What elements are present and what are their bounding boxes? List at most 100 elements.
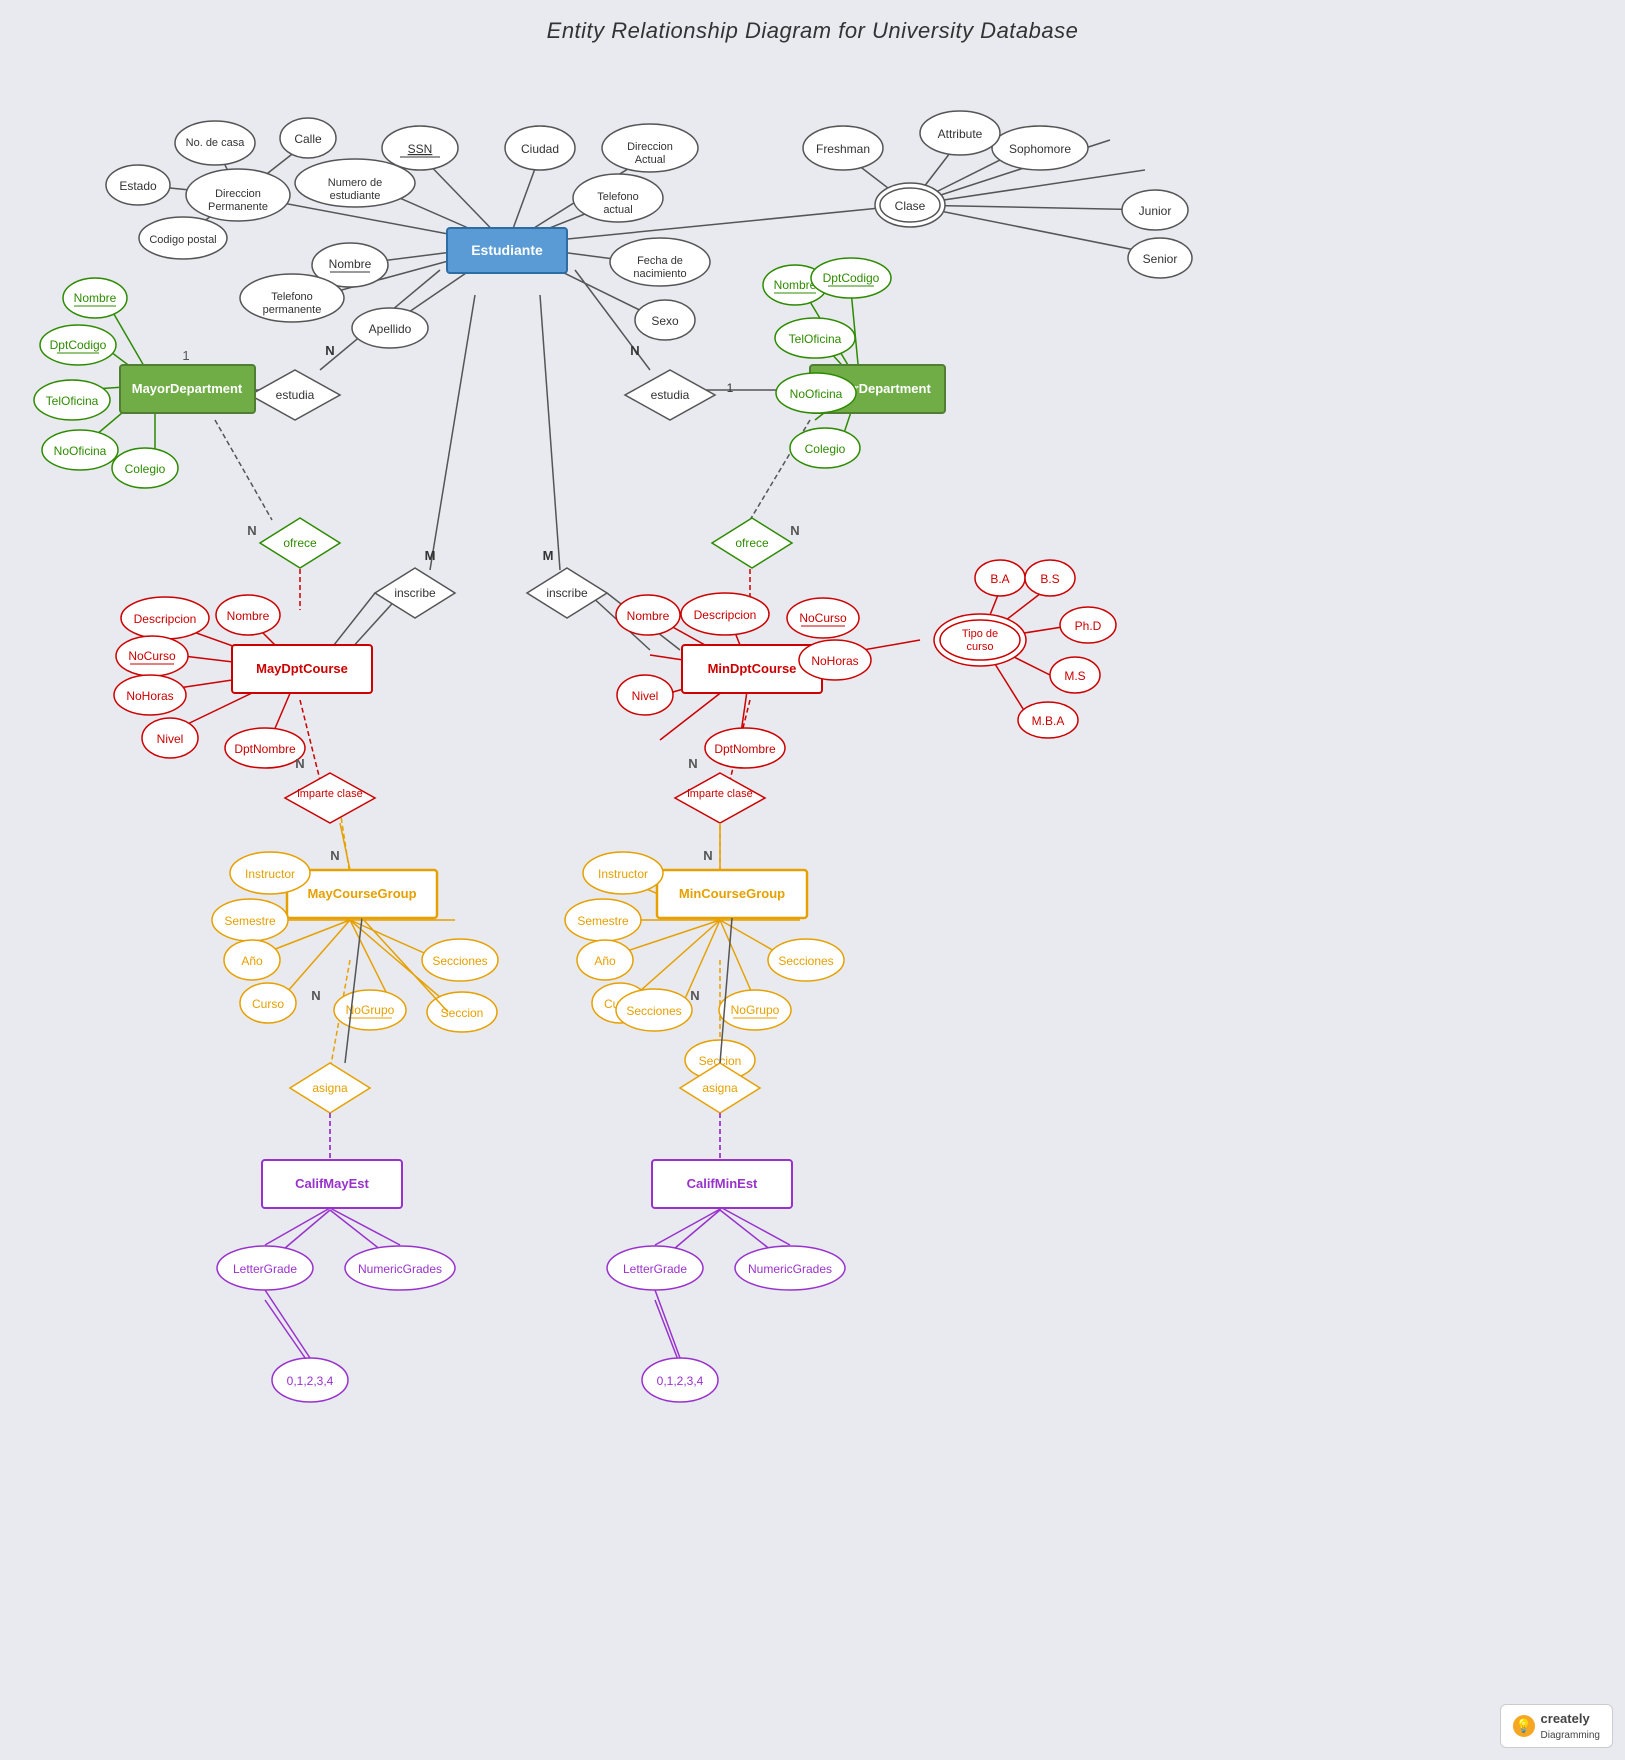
- svg-text:NoCurso: NoCurso: [799, 611, 847, 625]
- svg-text:inscribe: inscribe: [394, 586, 436, 600]
- svg-text:Estado: Estado: [119, 179, 157, 193]
- svg-text:Colegio: Colegio: [805, 442, 846, 456]
- svg-text:Ciudad: Ciudad: [521, 142, 559, 156]
- svg-text:Semestre: Semestre: [224, 914, 276, 928]
- diagram-container: Entity Relationship Diagram for Universi…: [0, 0, 1625, 1760]
- svg-text:Direccion: Direccion: [627, 141, 673, 153]
- svg-text:NoHoras: NoHoras: [811, 654, 858, 668]
- svg-text:NoOficina: NoOficina: [790, 387, 843, 401]
- svg-text:DptCodigo: DptCodigo: [50, 338, 107, 352]
- svg-text:Estudiante: Estudiante: [471, 242, 543, 258]
- svg-text:TelOficina: TelOficina: [46, 394, 99, 408]
- svg-text:No. de casa: No. de casa: [186, 137, 246, 149]
- svg-text:Instructor: Instructor: [598, 867, 648, 881]
- watermark-icon: 💡: [1513, 1715, 1535, 1737]
- svg-text:NoCurso: NoCurso: [128, 649, 176, 663]
- svg-text:N: N: [325, 343, 334, 358]
- svg-text:Nombre: Nombre: [227, 609, 270, 623]
- svg-text:B.A: B.A: [990, 572, 1009, 586]
- svg-text:MayCourseGroup: MayCourseGroup: [307, 886, 416, 901]
- svg-text:Seccion: Seccion: [441, 1006, 484, 1020]
- svg-text:N: N: [790, 523, 799, 538]
- svg-text:Nivel: Nivel: [157, 732, 184, 746]
- svg-text:M.S: M.S: [1064, 669, 1085, 683]
- svg-text:N: N: [630, 343, 639, 358]
- svg-text:SSN: SSN: [408, 142, 433, 156]
- svg-text:DptNombre: DptNombre: [234, 742, 296, 756]
- svg-text:ofrece: ofrece: [735, 536, 769, 550]
- svg-text:Semestre: Semestre: [577, 914, 629, 928]
- svg-text:asigna: asigna: [702, 1081, 738, 1095]
- svg-text:Ph.D: Ph.D: [1075, 619, 1102, 633]
- svg-text:M: M: [543, 548, 554, 563]
- svg-text:N: N: [703, 848, 712, 863]
- svg-text:estudiante: estudiante: [330, 190, 381, 202]
- svg-text:CalifMinEst: CalifMinEst: [687, 1176, 758, 1191]
- watermark-text: createlyDiagramming: [1541, 1711, 1600, 1741]
- svg-text:permanente: permanente: [263, 304, 322, 316]
- svg-text:Nombre: Nombre: [627, 609, 670, 623]
- svg-text:Attribute: Attribute: [938, 127, 983, 141]
- svg-text:asigna: asigna: [312, 1081, 348, 1095]
- svg-text:Telefono: Telefono: [271, 291, 313, 303]
- svg-text:MinDptCourse: MinDptCourse: [708, 661, 797, 676]
- svg-text:Sexo: Sexo: [651, 314, 679, 328]
- svg-text:LetterGrade: LetterGrade: [623, 1262, 687, 1276]
- svg-text:Descripcion: Descripcion: [694, 608, 757, 622]
- svg-text:Telefono: Telefono: [597, 191, 639, 203]
- svg-text:imparte clase: imparte clase: [687, 788, 752, 800]
- svg-text:estudia: estudia: [651, 388, 690, 402]
- svg-text:Nivel: Nivel: [632, 689, 659, 703]
- svg-text:Año: Año: [241, 954, 263, 968]
- svg-text:1: 1: [182, 348, 189, 363]
- svg-text:TelOficina: TelOficina: [789, 332, 842, 346]
- svg-text:M: M: [425, 548, 436, 563]
- svg-text:N: N: [330, 848, 339, 863]
- svg-text:Nombre: Nombre: [329, 257, 372, 271]
- svg-text:Descripcion: Descripcion: [134, 612, 197, 626]
- svg-text:1: 1: [727, 381, 734, 395]
- svg-text:Fecha de: Fecha de: [637, 255, 683, 267]
- svg-text:M.B.A: M.B.A: [1032, 714, 1065, 728]
- svg-text:Permanente: Permanente: [208, 201, 268, 213]
- svg-text:NoHoras: NoHoras: [126, 689, 173, 703]
- svg-text:Secciones: Secciones: [626, 1004, 681, 1018]
- svg-text:Curso: Curso: [252, 997, 284, 1011]
- svg-text:Instructor: Instructor: [245, 867, 295, 881]
- svg-text:Tipo de: Tipo de: [962, 628, 998, 640]
- svg-text:NoGrupo: NoGrupo: [346, 1003, 395, 1017]
- svg-text:Nombre: Nombre: [774, 278, 817, 292]
- svg-text:N: N: [295, 756, 304, 771]
- svg-text:Calle: Calle: [294, 132, 322, 146]
- svg-text:imparte clase: imparte clase: [297, 788, 362, 800]
- svg-text:B.S: B.S: [1040, 572, 1059, 586]
- svg-text:actual: actual: [603, 204, 632, 216]
- svg-text:NoGrupo: NoGrupo: [731, 1003, 780, 1017]
- watermark: 💡 createlyDiagramming: [1500, 1704, 1613, 1748]
- svg-text:MayorDepartment: MayorDepartment: [132, 381, 243, 396]
- svg-text:Actual: Actual: [635, 154, 666, 166]
- svg-text:Clase: Clase: [895, 199, 926, 213]
- svg-text:N: N: [688, 756, 697, 771]
- svg-text:N: N: [690, 988, 699, 1003]
- svg-text:N: N: [247, 523, 256, 538]
- svg-text:NoOficina: NoOficina: [54, 444, 107, 458]
- svg-text:Numero de: Numero de: [328, 177, 382, 189]
- svg-text:DptCodigo: DptCodigo: [823, 271, 880, 285]
- svg-text:Codigo postal: Codigo postal: [149, 234, 216, 246]
- svg-text:Nombre: Nombre: [74, 291, 117, 305]
- svg-text:Secciones: Secciones: [432, 954, 487, 968]
- svg-text:Direccion: Direccion: [215, 188, 261, 200]
- svg-text:0,1,2,3,4: 0,1,2,3,4: [657, 1374, 704, 1388]
- svg-text:NumericGrades: NumericGrades: [748, 1262, 832, 1276]
- svg-text:MayDptCourse: MayDptCourse: [256, 661, 348, 676]
- svg-text:Junior: Junior: [1139, 204, 1172, 218]
- svg-text:CalifMayEst: CalifMayEst: [295, 1176, 369, 1191]
- svg-text:Freshman: Freshman: [816, 142, 870, 156]
- svg-text:ofrece: ofrece: [283, 536, 317, 550]
- svg-text:estudia: estudia: [276, 388, 315, 402]
- svg-text:NumericGrades: NumericGrades: [358, 1262, 442, 1276]
- svg-text:DptNombre: DptNombre: [714, 742, 776, 756]
- svg-text:Senior: Senior: [1143, 252, 1178, 266]
- svg-text:Año: Año: [594, 954, 616, 968]
